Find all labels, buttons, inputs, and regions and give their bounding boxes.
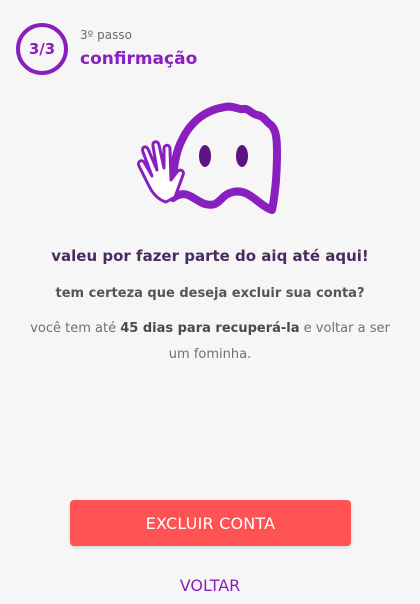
waving-ghost-icon bbox=[137, 102, 281, 214]
delete-account-button[interactable]: EXCLUIR CONTA bbox=[70, 500, 351, 546]
back-link[interactable]: VOLTAR bbox=[0, 576, 420, 595]
step-title: confirmação bbox=[80, 49, 198, 69]
confirmation-question: tem certeza que deseja excluir sua conta… bbox=[55, 286, 365, 301]
step-text: 3º passo confirmação bbox=[80, 27, 197, 70]
farewell-headline: valeu por fazer parte do aiq até aqui! bbox=[51, 247, 369, 265]
recovery-info-prefix: você tem até bbox=[30, 321, 121, 336]
recovery-info-text: você tem até 45 dias para recuperá-la e … bbox=[30, 316, 390, 368]
step-progress-badge: 3/3 bbox=[16, 23, 68, 75]
step-label: 3º passo bbox=[80, 28, 132, 42]
step-header: 3/3 3º passo confirmação bbox=[16, 23, 197, 75]
delete-account-confirmation-screen: 3/3 3º passo confirmação valeu por fazer… bbox=[0, 0, 420, 604]
recovery-period-highlight: 45 dias para recuperá-la bbox=[120, 321, 300, 336]
